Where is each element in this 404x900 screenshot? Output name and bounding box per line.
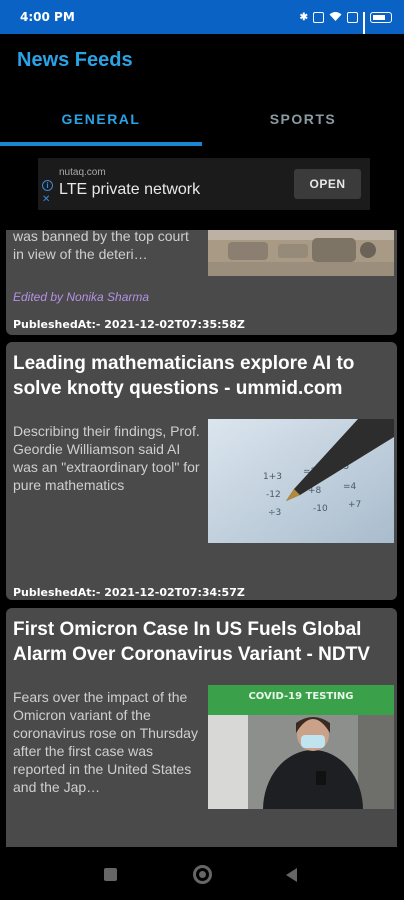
status-time: 4:00 PM (20, 10, 75, 24)
tab-bar: GENERAL SPORTS (0, 96, 404, 146)
svg-text:+7: +7 (348, 500, 361, 510)
data-icon (347, 11, 358, 23)
recents-icon[interactable] (104, 868, 117, 881)
status-icons: ✱ (299, 11, 392, 47)
article-published-date: PubleshedAt:- 2021-12-02T07:34:57Z (13, 586, 245, 599)
article-description: was banned by the top court in view of t… (13, 230, 189, 262)
ad-domain: nutaq.com (59, 167, 106, 178)
svg-text:-12: -12 (266, 490, 281, 500)
svg-text:-10: -10 (313, 504, 328, 514)
article-description: Describing their findings, Prof. Geordie… (13, 423, 200, 493)
vibrate-icon (313, 11, 324, 23)
app-bar: News Feeds (0, 34, 404, 90)
article-title: Leading mathematicians explore AI to sol… (13, 353, 355, 399)
home-icon[interactable] (193, 865, 212, 884)
svg-text:=4: =4 (343, 482, 357, 492)
ad-banner[interactable]: i ✕ nutaq.com LTE private network OPEN (38, 158, 370, 210)
article-published-date: PubleshedAt:- 2021-12-02T07:35:58Z (13, 318, 245, 331)
article-card[interactable]: Leading mathematicians explore AI to sol… (6, 342, 397, 600)
status-bar: 4:00 PM ✱ (0, 0, 404, 47)
article-description: Fears over the impact of the Omicron var… (13, 689, 198, 795)
wifi-icon (329, 11, 342, 24)
ad-open-button[interactable]: OPEN (294, 169, 361, 199)
app-title: News Feeds (17, 49, 133, 71)
ad-close-icon[interactable]: ✕ (42, 194, 50, 205)
news-feed[interactable]: was banned by the top court in view of t… (0, 230, 404, 847)
article-title: First Omicron Case In US Fuels Global Al… (13, 619, 370, 665)
svg-text:÷3: ÷3 (268, 508, 281, 518)
system-nav-bar (0, 848, 404, 900)
tab-sports[interactable]: SPORTS (202, 96, 404, 146)
article-image: 1+3=2+5 -12+8=4 ÷3-10+7 (208, 419, 394, 543)
svg-text:1+3: 1+3 (263, 472, 282, 482)
tab-general[interactable]: GENERAL (0, 96, 202, 146)
article-editor: Edited by Nonika Sharma (13, 290, 150, 304)
article-card[interactable]: was banned by the top court in view of t… (6, 230, 397, 335)
image-banner-text: COVID-19 TESTING (248, 691, 353, 702)
ad-info-icon[interactable]: i (42, 180, 53, 191)
article-image (208, 230, 394, 276)
battery-icon (370, 11, 392, 23)
article-image: COVID-19 TESTING (208, 685, 394, 809)
bluetooth-icon: ✱ (299, 11, 308, 23)
signal-icon (363, 11, 365, 47)
article-card[interactable]: First Omicron Case In US Fuels Global Al… (6, 608, 397, 847)
back-icon[interactable] (286, 868, 297, 882)
ad-title: LTE private network (59, 181, 201, 198)
